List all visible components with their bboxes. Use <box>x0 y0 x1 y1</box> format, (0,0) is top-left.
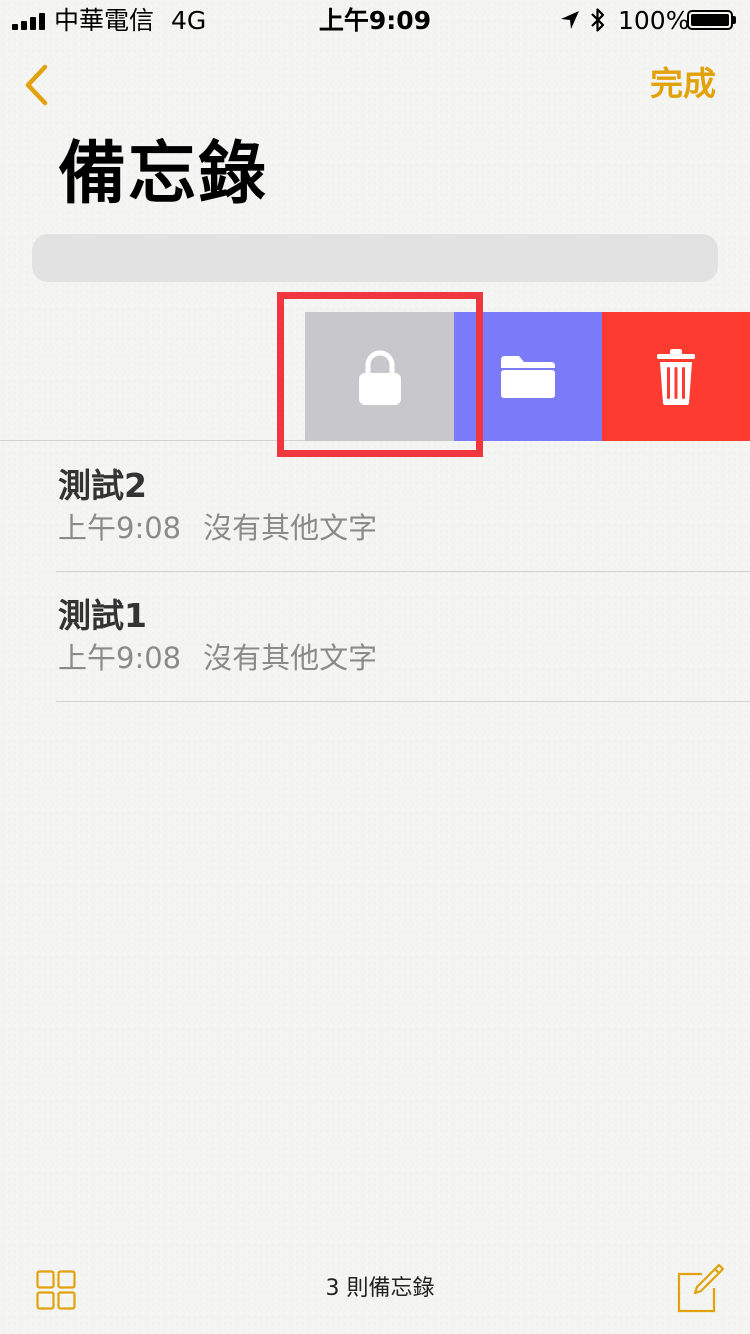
status-bar: 中華電信 4G 上午9:09 100% <box>0 0 750 40</box>
note-meta: 上午9:08 沒有其他文字 <box>58 508 377 548</box>
note-preview: 沒有其他文字 <box>203 511 378 545</box>
note-count: 3 則備忘錄 <box>325 1276 435 1301</box>
row-divider <box>0 440 305 441</box>
chevron-left-icon <box>25 64 48 106</box>
note-meta: 上午9:08 沒有其他文字 <box>58 638 377 678</box>
note-list-item[interactable]: 測試2 上午9:08 沒有其他文字 <box>56 442 750 572</box>
lock-note-button[interactable] <box>305 312 454 441</box>
note-title: 測試1 <box>58 596 147 635</box>
note-title: 測試2 <box>58 466 147 505</box>
lock-icon <box>358 350 401 405</box>
folder-icon <box>501 355 555 398</box>
location-arrow-icon <box>561 11 579 29</box>
compose-icon <box>677 1263 725 1313</box>
delete-note-button[interactable] <box>602 312 750 441</box>
trash-icon <box>657 348 695 405</box>
back-button[interactable] <box>14 58 58 112</box>
move-note-button[interactable] <box>454 312 602 441</box>
battery-icon <box>687 10 733 30</box>
compose-note-button[interactable] <box>676 1262 725 1314</box>
done-button[interactable]: 完成 <box>650 62 716 106</box>
note-preview: 沒有其他文字 <box>203 641 378 675</box>
battery-cap <box>733 16 736 24</box>
note-list-item[interactable]: 測試1 上午9:08 沒有其他文字 <box>56 572 750 702</box>
note-time: 上午9:08 <box>58 641 182 675</box>
note-time: 上午9:08 <box>58 511 182 545</box>
bluetooth-icon <box>591 8 605 32</box>
search-bar[interactable] <box>32 234 718 282</box>
row-divider <box>56 701 750 702</box>
page-title: 備忘錄 <box>58 135 269 214</box>
battery-fill <box>691 14 729 26</box>
battery-percentage: 100% <box>618 6 690 35</box>
